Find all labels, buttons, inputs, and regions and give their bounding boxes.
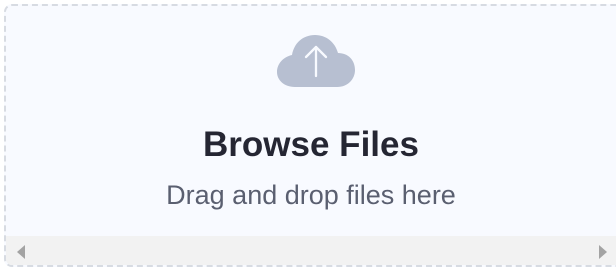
horizontal-scrollbar[interactable] <box>6 236 616 265</box>
scroll-right-icon[interactable] <box>599 245 607 259</box>
drag-drop-instruction: Drag and drop files here <box>166 180 456 210</box>
scroll-left-icon[interactable] <box>17 245 25 259</box>
browse-files-title[interactable]: Browse Files <box>6 125 616 165</box>
file-dropzone[interactable]: Browse Files Drag and drop files here <box>4 4 616 267</box>
cloud-upload-icon <box>277 35 355 87</box>
file-upload-page: Browse Files Drag and drop files here <box>0 0 616 267</box>
dropzone-content: Browse Files Drag and drop files here <box>6 6 616 234</box>
